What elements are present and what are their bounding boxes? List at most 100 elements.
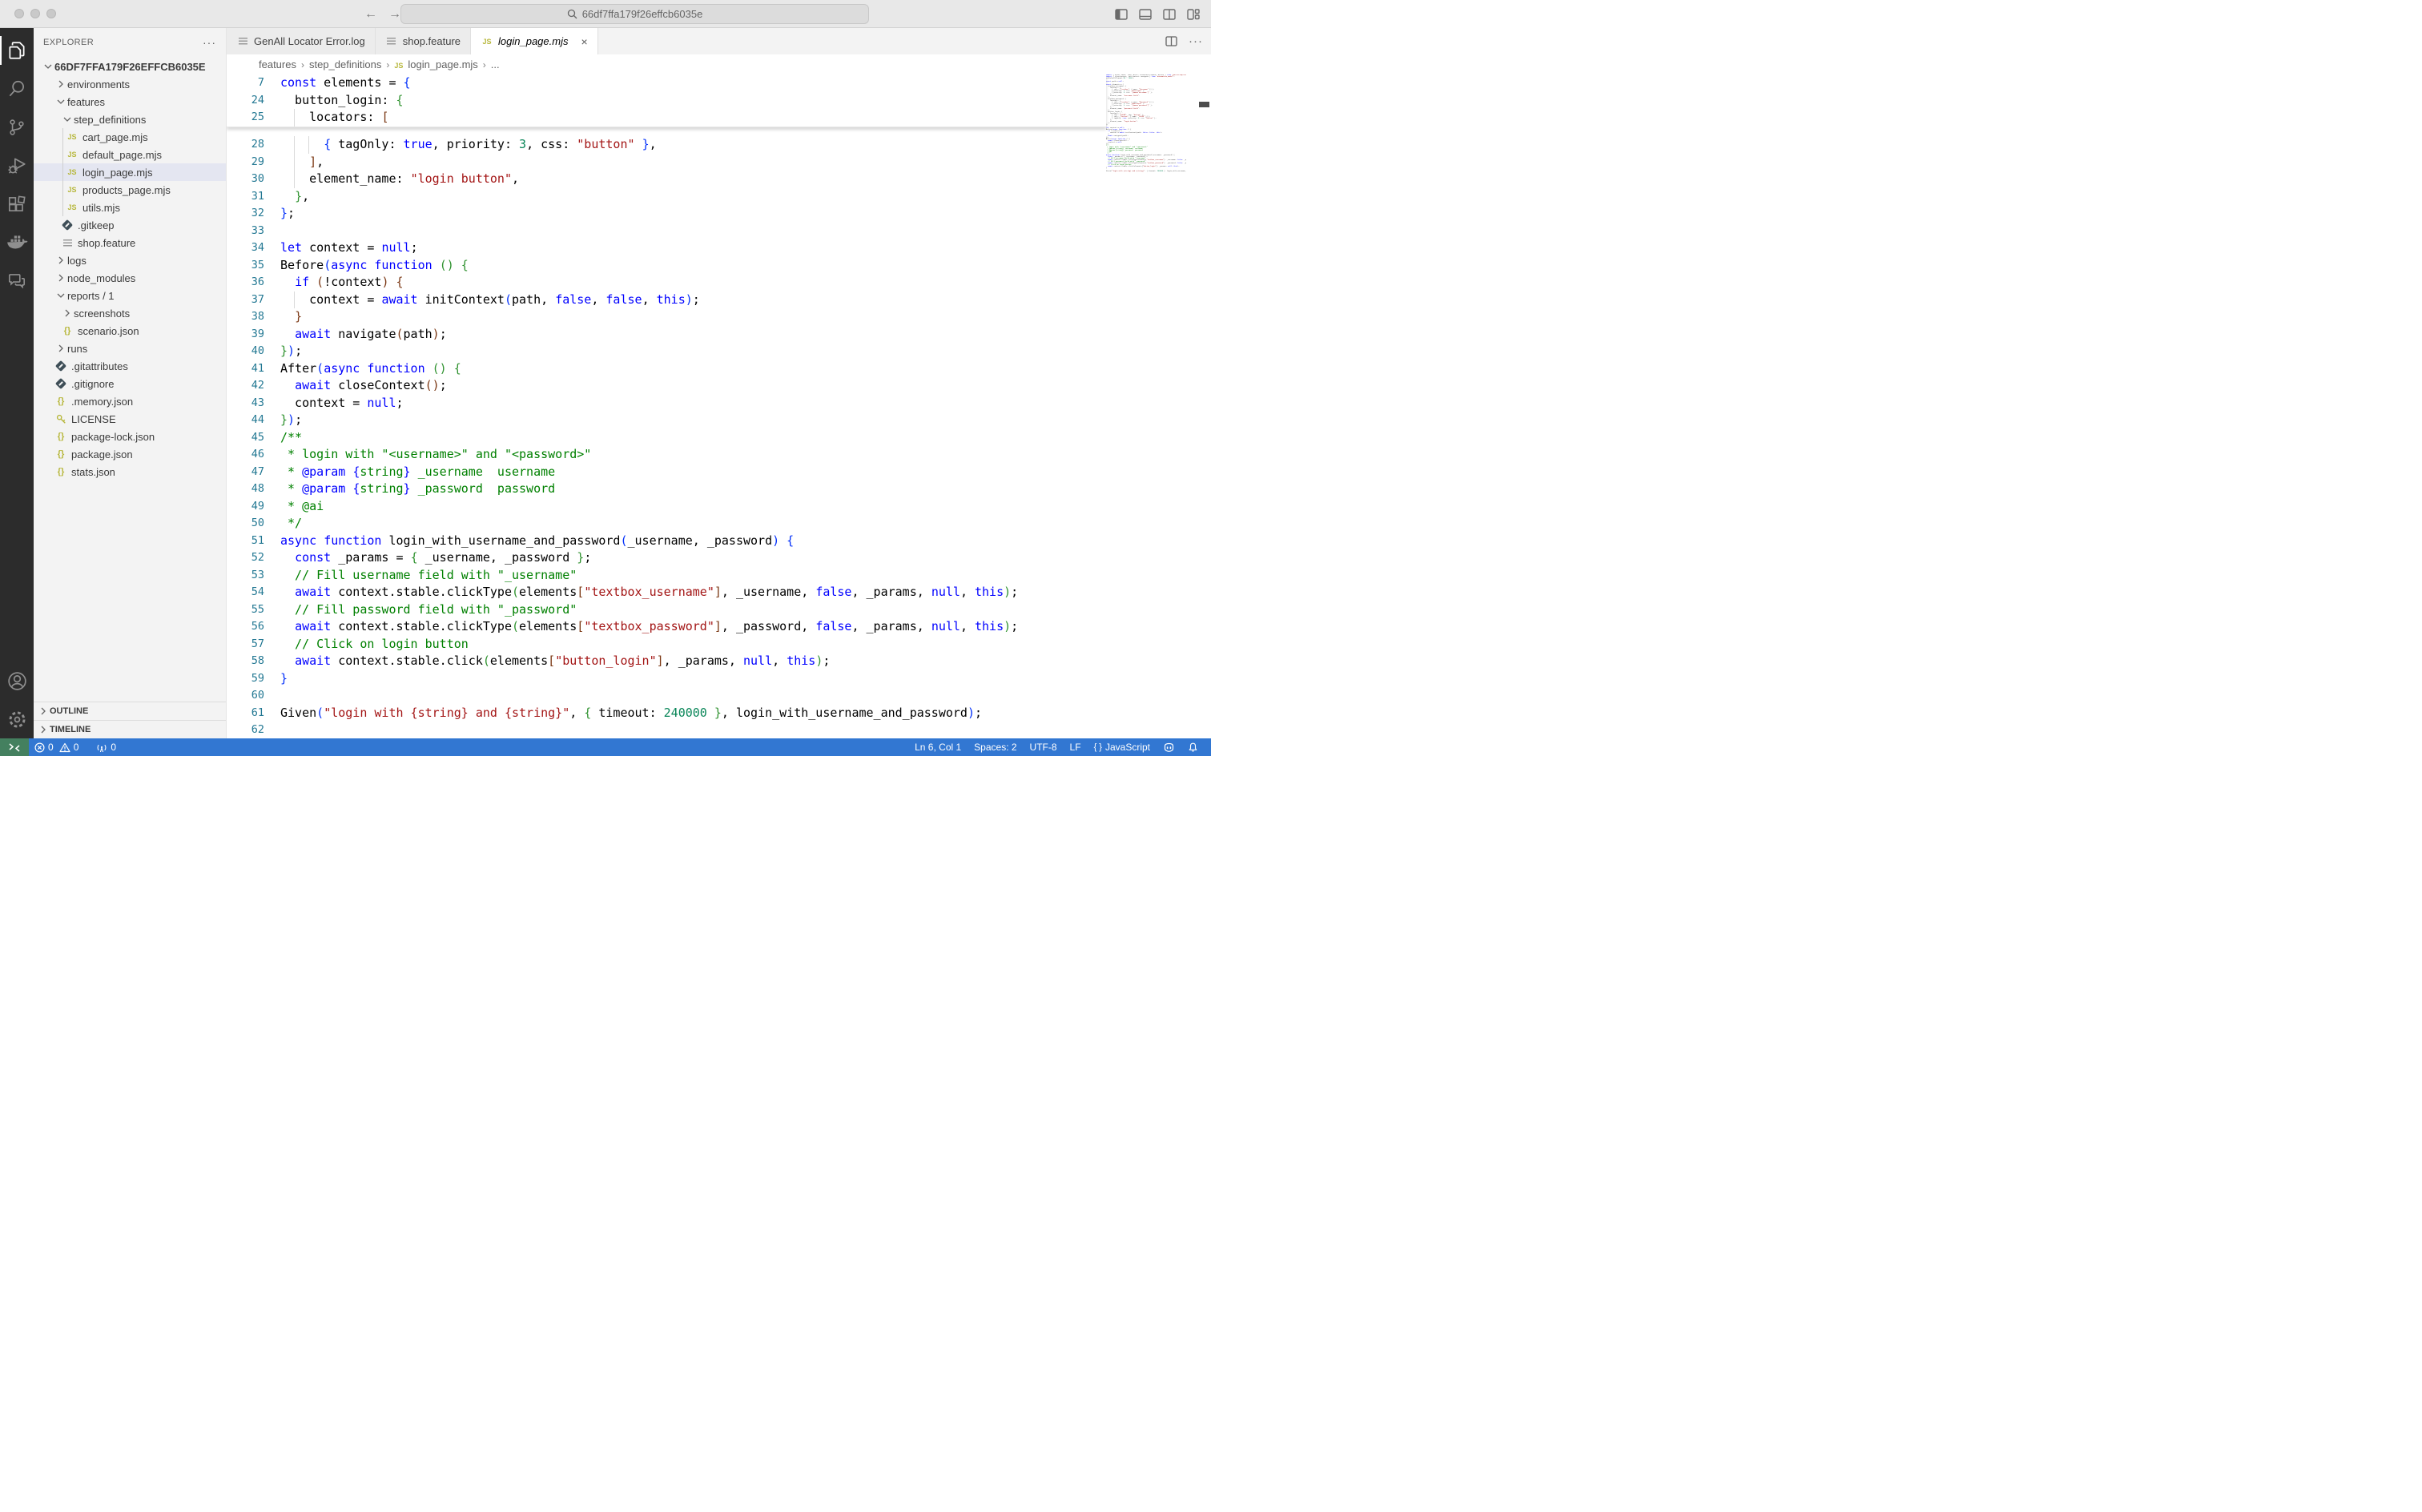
tree-item-products-page-mjs[interactable]: JS products_page.mjs xyxy=(34,181,226,199)
activity-extensions[interactable] xyxy=(0,185,34,223)
code-line-52: 52 const _params = { _username, _passwor… xyxy=(227,549,1211,567)
tab-genall-locator-error-log[interactable]: GenAll Locator Error.log xyxy=(227,28,376,54)
line-number: 38 xyxy=(251,310,264,323)
source-control-icon xyxy=(6,117,27,138)
tree-item-default-page-mjs[interactable]: JS default_page.mjs xyxy=(34,146,226,163)
line-number: 7 xyxy=(257,76,264,89)
code-line-54: 54 await context.stable.clickType(elemen… xyxy=(227,584,1211,601)
navigate-back-icon[interactable]: ← xyxy=(364,7,377,22)
breadcrumb-item[interactable]: login_page.mjs xyxy=(408,58,477,70)
chevron-down-icon xyxy=(54,292,67,299)
tree-item-node-modules[interactable]: node_modules xyxy=(34,269,226,287)
breadcrumb-item[interactable]: step_definitions xyxy=(309,58,381,70)
close-icon[interactable]: × xyxy=(581,35,587,48)
tab-login-page-mjs[interactable]: JS login_page.mjs × xyxy=(471,28,598,54)
tree-item-shop-feature[interactable]: shop.feature xyxy=(34,234,226,251)
problems-indicator[interactable]: 0 0 xyxy=(29,738,84,756)
tree-item-label: stats.json xyxy=(71,465,115,478)
tree-item-environments[interactable]: environments xyxy=(34,75,226,93)
line-number: 46 xyxy=(251,448,264,460)
breadcrumb-item[interactable]: features xyxy=(259,58,296,70)
breadcrumb-item[interactable]: ... xyxy=(491,58,500,70)
eol-setting[interactable]: LF xyxy=(1064,738,1088,756)
minimize-window-button[interactable] xyxy=(30,9,40,18)
zoom-window-button[interactable] xyxy=(46,9,56,18)
tree-item-label: environments xyxy=(67,78,131,90)
activity-source-control[interactable] xyxy=(0,108,34,147)
tree-item-66df7ffa179f26effcb6035e[interactable]: 66DF7FFA179F26EFFCB6035E xyxy=(34,58,226,75)
tree-item-features[interactable]: features xyxy=(34,93,226,111)
command-center-search[interactable]: 66df7ffa179f26effcb6035e xyxy=(400,4,869,24)
tab-shop-feature[interactable]: shop.feature xyxy=(375,28,472,54)
activity-settings[interactable] xyxy=(0,700,34,738)
tree-item--gitignore[interactable]: .gitignore xyxy=(34,375,226,392)
tree-item-label: .gitkeep xyxy=(78,219,115,231)
indentation-setting[interactable]: Spaces: 2 xyxy=(968,738,1023,756)
tree-item-step-definitions[interactable]: step_definitions xyxy=(34,111,226,128)
tree-item-logs[interactable]: logs xyxy=(34,251,226,269)
timeline-section[interactable]: TIMELINE xyxy=(34,720,226,738)
code-line-39: 39 await navigate(path); xyxy=(227,325,1211,344)
encoding-setting[interactable]: UTF-8 xyxy=(1024,738,1064,756)
code-line-49: 49 * @ai xyxy=(227,498,1211,516)
tab-label: GenAll Locator Error.log xyxy=(254,35,365,47)
window-controls[interactable] xyxy=(14,9,56,18)
activity-explorer[interactable] xyxy=(0,31,34,70)
activity-docker[interactable] xyxy=(0,223,34,262)
line-number: 62 xyxy=(251,723,264,736)
activity-account[interactable] xyxy=(0,662,34,700)
tree-item-license[interactable]: LICENSE xyxy=(34,410,226,428)
tree-item-cart-page-mjs[interactable]: JS cart_page.mjs xyxy=(34,128,226,146)
customize-layout-icon[interactable] xyxy=(1187,8,1200,20)
activity-search[interactable] xyxy=(0,70,34,108)
chat-icon xyxy=(6,271,27,292)
tree-item-package-json[interactable]: {} package.json xyxy=(34,445,226,463)
line-number: 51 xyxy=(251,533,264,547)
tree-item-screenshots[interactable]: screenshots xyxy=(34,304,226,322)
line-number: 25 xyxy=(251,111,264,123)
remote-indicator[interactable] xyxy=(0,738,29,756)
copilot-status[interactable] xyxy=(1157,738,1181,756)
tree-item-runs[interactable]: runs xyxy=(34,340,226,357)
navigate-forward-icon[interactable]: → xyxy=(388,7,401,22)
toggle-secondary-sidebar-icon[interactable] xyxy=(1163,8,1176,20)
minimap[interactable]: import { Given, When, Then, After, setDe… xyxy=(1106,74,1186,738)
breadcrumb-separator: › xyxy=(386,58,390,70)
js-file-icon: JS xyxy=(482,37,492,46)
editor-content[interactable]: 28 { tagOnly: true, priority: 3, css: "b… xyxy=(227,74,1211,738)
cursor-position[interactable]: Ln 6, Col 1 xyxy=(908,738,968,756)
ports-indicator[interactable]: 0 xyxy=(91,738,122,756)
toggle-sidebar-icon[interactable] xyxy=(1115,8,1128,20)
line-number: 31 xyxy=(251,189,264,203)
more-actions-icon[interactable]: ··· xyxy=(1189,34,1203,48)
js-file-icon: JS xyxy=(67,186,77,194)
tree-item--gitattributes[interactable]: .gitattributes xyxy=(34,357,226,375)
list-file-icon xyxy=(236,38,249,45)
tree-item-package-lock-json[interactable]: {} package-lock.json xyxy=(34,428,226,445)
toggle-panel-icon[interactable] xyxy=(1139,8,1152,20)
language-mode[interactable]: { } JavaScript xyxy=(1088,738,1157,756)
line-number: 39 xyxy=(251,327,264,340)
breadcrumb[interactable]: features › step_definitions › JS login_page.m… xyxy=(227,54,1211,74)
code-line-42: 42 await closeContext(); xyxy=(227,377,1211,395)
activity-chat[interactable] xyxy=(0,262,34,300)
split-editor-icon[interactable] xyxy=(1165,36,1177,46)
tree-item-utils-mjs[interactable]: JS utils.mjs xyxy=(34,199,226,216)
tree-item-reports-1[interactable]: reports / 1 xyxy=(34,287,226,304)
close-window-button[interactable] xyxy=(14,9,24,18)
notifications[interactable] xyxy=(1181,738,1205,756)
explorer-actions-icon[interactable]: ··· xyxy=(203,36,216,49)
status-bar: 0 0 0 Ln 6, Col 1 Spaces: 2 UTF-8 LF { }… xyxy=(0,738,1211,756)
tree-item-scenario-json[interactable]: {} scenario.json xyxy=(34,322,226,340)
code-line-29: 29 ], xyxy=(227,153,1211,171)
indent-guide xyxy=(62,128,63,146)
outline-section[interactable]: OUTLINE xyxy=(34,702,226,720)
tree-item--gitkeep[interactable]: .gitkeep xyxy=(34,216,226,234)
line-number: 30 xyxy=(251,172,264,185)
chevron-right-icon xyxy=(54,80,67,88)
tree-item-login-page-mjs[interactable]: JS login_page.mjs xyxy=(34,163,226,181)
file-tree: 66DF7FFA179F26EFFCB6035E environments feat… xyxy=(34,56,226,702)
tree-item-stats-json[interactable]: {} stats.json xyxy=(34,463,226,481)
activity-run-debug[interactable] xyxy=(0,147,34,185)
tree-item--memory-json[interactable]: {} .memory.json xyxy=(34,392,226,410)
